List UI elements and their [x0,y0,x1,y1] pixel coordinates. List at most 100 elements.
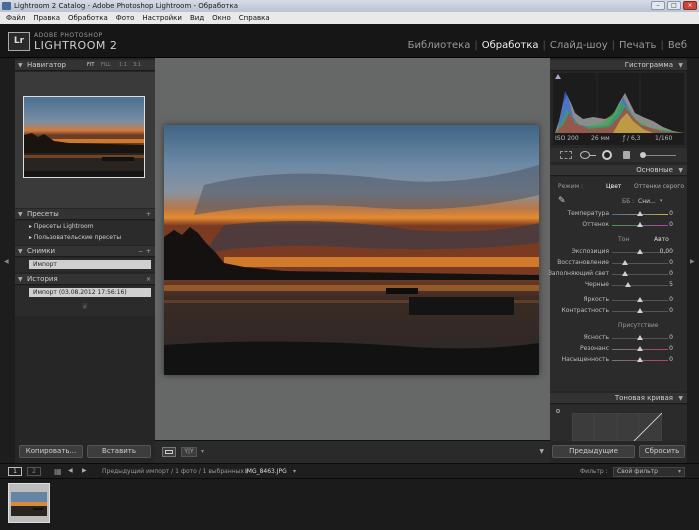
module-web[interactable]: Веб [668,40,687,51]
module-library[interactable]: Библиотека [408,40,471,51]
presets-header[interactable]: ▼ Пресеты + [15,209,155,220]
slider-knob-icon[interactable] [637,211,643,216]
module-develop[interactable]: Обработка [482,40,539,51]
loupe-view-button[interactable] [162,447,176,457]
right-edge-bar[interactable]: ▶ [687,58,699,463]
back-arrow-icon[interactable]: ◀ [68,467,73,474]
slider-knob-icon[interactable] [637,249,643,254]
slider-knob-icon[interactable] [637,308,643,313]
tone-curve-header[interactable]: Тоновая кривая ▼ [550,393,687,404]
menu-help[interactable]: Справка [235,14,274,22]
menu-edit[interactable]: Правка [29,14,64,22]
navigator-header[interactable]: ▼ Навигатор FIT FILL 1:1 3:1 [15,60,155,71]
crop-tool-icon[interactable] [560,151,572,159]
recovery-slider[interactable]: Восстановление 0 [550,259,687,268]
minimize-button[interactable]: – [651,1,665,10]
before-after-button[interactable]: Y|Y [181,447,197,457]
collapse-triangle-icon[interactable]: ▼ [678,165,683,176]
red-eye-icon[interactable] [602,150,612,160]
brightness-slider[interactable]: Яркость 0 [550,296,687,305]
add-snapshot-icon[interactable]: + [146,246,151,257]
spot-removal-icon[interactable] [580,151,590,159]
zoom-1-1[interactable]: 1:1 [119,60,127,71]
main-window-button[interactable]: 1 [8,467,22,476]
clarity-slider[interactable]: Ясность 0 [550,334,687,343]
slider-knob-icon[interactable] [637,297,643,302]
history-header[interactable]: ▼ История × [15,274,155,285]
tint-slider[interactable]: Оттенок 0 [550,221,687,230]
copy-button[interactable]: Копировать... [19,445,83,458]
contrast-slider[interactable]: Контрастность 0 [550,307,687,316]
histogram-area[interactable]: ISO 200 26 мм ƒ / 6,3 1/160 [553,73,684,145]
second-window-button[interactable]: 2 [27,467,41,476]
treatment-grayscale[interactable]: Оттенки серого [634,183,684,190]
collapse-triangle-icon[interactable]: ▼ [18,60,23,71]
temperature-slider[interactable]: Температура 0 [550,210,687,219]
basic-header[interactable]: Основные ▼ [550,165,687,176]
main-photo[interactable] [164,125,539,375]
history-item[interactable]: Импорт (03.08.2012 17:56:16) [29,288,151,297]
menu-settings[interactable]: Настройки [138,14,186,22]
filter-dropdown[interactable]: Свой фильтр [613,467,685,477]
previous-settings-button[interactable]: Предыдущие [552,445,635,458]
maximize-button[interactable]: □ [667,1,681,10]
tone-auto-button[interactable]: Авто [654,236,669,243]
filmstrip-source-path[interactable]: Предыдущий импорт / 1 фото / 1 выбранных… [102,468,248,475]
navigator-thumbnail[interactable] [23,96,145,178]
slider-knob-icon[interactable] [625,282,631,287]
clear-history-icon[interactable]: × [146,274,151,285]
zoom-fill[interactable]: FILL [101,60,111,71]
snapshots-header[interactable]: ▼ Снимки − + [15,246,155,257]
collapse-triangle-icon[interactable]: ▼ [18,246,23,257]
slider-knob-icon[interactable] [622,271,628,276]
saturation-slider[interactable]: Насыщенность 0 [550,356,687,365]
snapshot-item[interactable]: Импорт [29,260,151,269]
slider-knob-icon[interactable] [637,357,643,362]
histogram-header[interactable]: Гистограмма ▼ [550,60,687,71]
white-balance-eyedropper-icon[interactable]: ✎ [558,196,566,206]
add-preset-icon[interactable]: + [146,209,151,220]
left-edge-bar[interactable]: ◀ [0,58,15,463]
blacks-slider[interactable]: Черные 5 [550,281,687,290]
collapse-triangle-icon[interactable]: ▼ [18,209,23,220]
menu-window[interactable]: Окно [208,14,235,22]
collapse-triangle-icon[interactable]: ▼ [678,60,683,71]
fill-light-slider[interactable]: Заполняющий свет 0 [548,270,687,279]
target-adjust-icon[interactable] [556,409,560,413]
menu-photo[interactable]: Фото [112,14,139,22]
slider-knob-icon[interactable] [637,222,643,227]
close-button[interactable]: × [683,1,697,10]
remove-snapshot-icon[interactable]: − [138,246,143,257]
zoom-fit[interactable]: FIT [87,60,94,71]
preset-folder-lightroom[interactable]: ▸ Пресеты Lightroom [29,223,94,230]
graduated-filter-icon[interactable] [623,151,630,159]
slider-knob-icon[interactable] [637,346,643,351]
tone-curve-graph[interactable] [572,413,662,441]
filmstrip-thumbnail[interactable] [8,483,50,523]
menu-file[interactable]: Файл [2,14,29,22]
zoom-3-1[interactable]: 3:1 [133,60,141,71]
slider-knob-icon[interactable] [637,335,643,340]
filter-dropdown-icon[interactable]: ▾ [678,468,681,475]
paste-button[interactable]: Вставить [87,445,151,458]
preset-folder-user[interactable]: ▸ Пользовательские пресеты [29,234,121,241]
forward-arrow-icon[interactable]: ▶ [82,467,87,474]
collapse-triangle-icon[interactable]: ▼ [678,393,683,404]
wb-dropdown[interactable]: Сни... [638,198,656,205]
grid-view-icon[interactable]: ▦ [54,467,62,476]
module-print[interactable]: Печать [619,40,656,51]
collapse-triangle-icon[interactable]: ▼ [18,274,23,285]
menu-develop[interactable]: Обработка [64,14,112,22]
module-slideshow[interactable]: Слайд-шоу [550,40,608,51]
before-after-dropdown-icon[interactable]: ▾ [201,448,204,455]
treatment-color[interactable]: Цвет [606,183,621,190]
reset-button[interactable]: Сбросить [639,445,685,458]
toolbar-options-icon[interactable]: ▼ [539,448,544,455]
slider-knob-icon[interactable] [622,260,628,265]
exposure-slider[interactable]: Экспозиция 0,00 [550,248,687,257]
shadow-clipping-icon[interactable] [555,74,561,79]
left-panel-toggle-icon[interactable]: ◀ [4,258,9,265]
filmstrip-source-dropdown-icon[interactable]: ▾ [293,468,296,475]
menu-view[interactable]: Вид [186,14,208,22]
right-panel-toggle-icon[interactable]: ▶ [690,258,695,265]
